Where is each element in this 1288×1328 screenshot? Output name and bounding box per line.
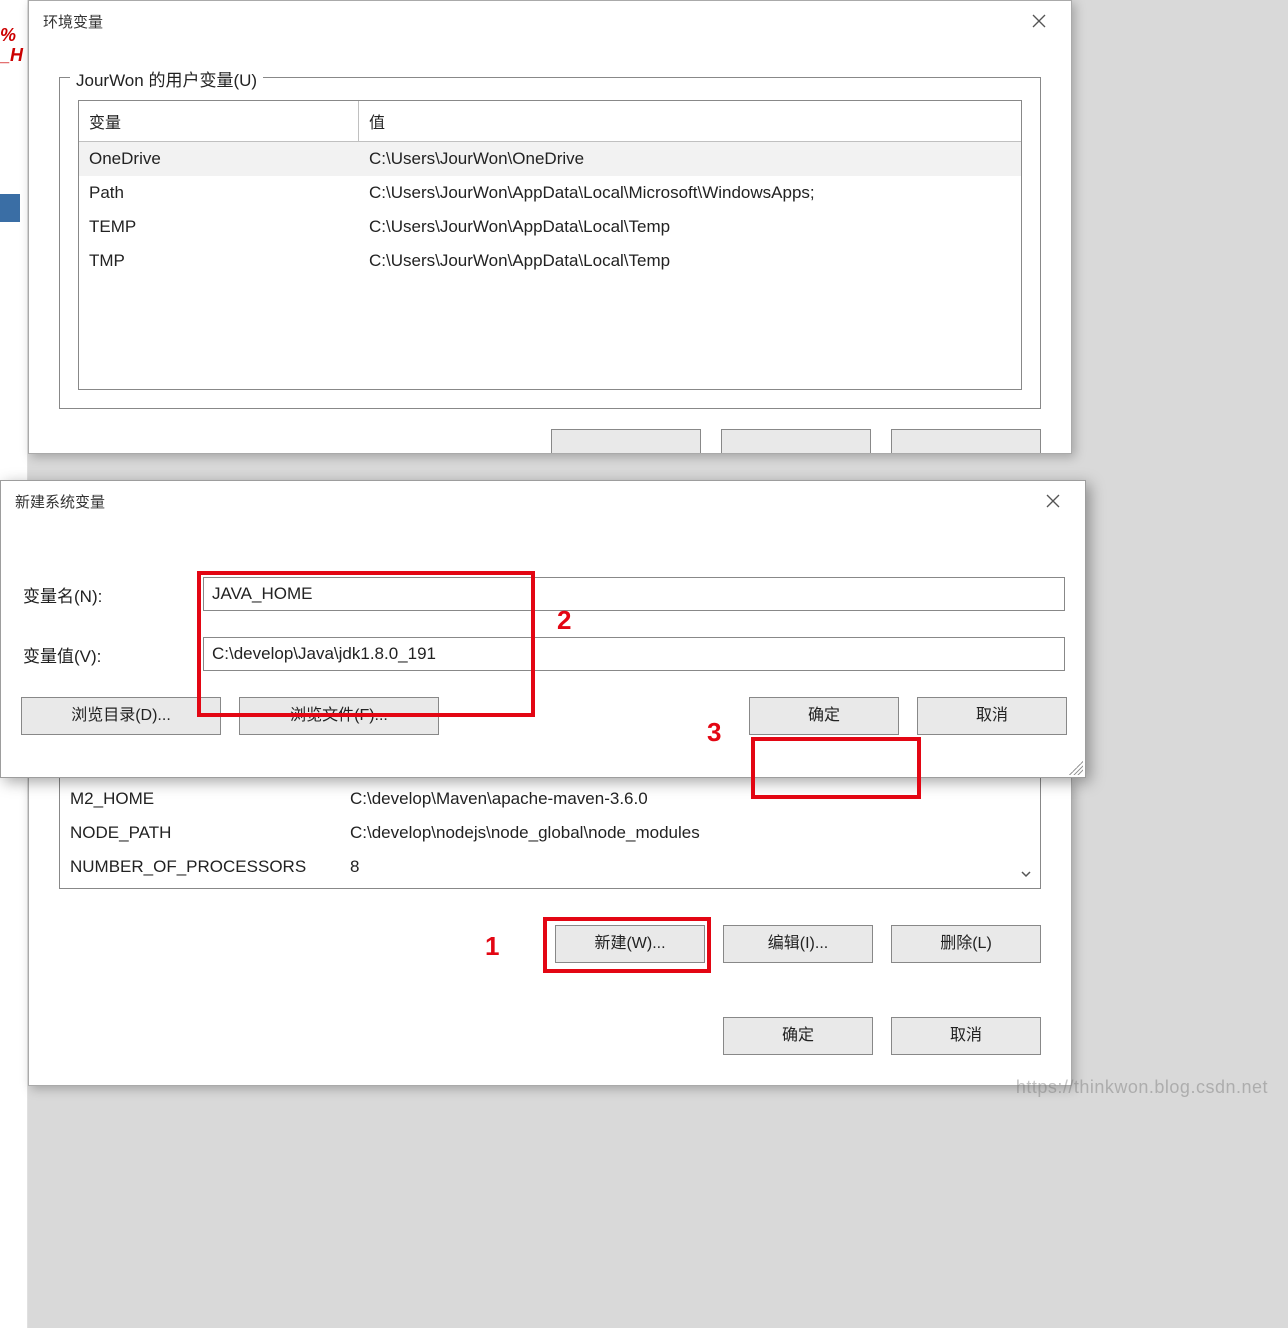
system-var-buttons: 1 新建(W)... 编辑(I)... 删除(L) <box>59 925 1041 963</box>
browse-directory-button[interactable]: 浏览目录(D)... <box>21 697 221 735</box>
cell-val: C:\Users\JourWon\AppData\Local\Temp <box>359 210 1021 244</box>
user-var-buttons-cutoff <box>59 429 1041 453</box>
resize-grip-icon[interactable] <box>1069 761 1083 775</box>
variable-name-input[interactable] <box>203 577 1065 611</box>
variable-value-row: 变量值(V): <box>21 637 1065 671</box>
env-dialog-titlebar[interactable]: 环境变量 <box>29 1 1071 41</box>
cell-val: C:\develop\Maven\apache-maven-3.6.0 <box>340 782 1040 816</box>
cell-var: NUMBER_OF_PROCESSORS <box>60 850 340 884</box>
table-row[interactable]: Path C:\Users\JourWon\AppData\Local\Micr… <box>79 176 1021 210</box>
new-var-button-row: 浏览目录(D)... 浏览文件(F)... 确定 取消 <box>1 697 1085 735</box>
new-button-cutoff[interactable] <box>551 429 701 453</box>
table-row[interactable]: OneDrive C:\Users\JourWon\OneDrive <box>79 142 1021 176</box>
env-dialog-title: 环境变量 <box>43 11 103 32</box>
env-ok-button[interactable]: 确定 <box>723 1017 873 1055</box>
new-system-variable-dialog: 新建系统变量 变量名(N): 变量值(V): 浏览目录(D)... 浏览文件(F… <box>0 480 1086 778</box>
cell-val: 8 <box>340 850 1040 884</box>
table-row[interactable]: M2_HOME C:\develop\Maven\apache-maven-3.… <box>60 782 1040 816</box>
variable-value-input[interactable] <box>203 637 1065 671</box>
system-variables-table[interactable]: M2_HOME C:\develop\Maven\apache-maven-3.… <box>59 778 1041 889</box>
delete-button-cutoff[interactable] <box>891 429 1041 453</box>
chevron-down-icon[interactable] <box>1016 864 1036 884</box>
cell-var: NODE_PATH <box>60 816 340 850</box>
env-variables-dialog: 环境变量 JourWon 的用户变量(U) 变量 值 OneDrive C:\U… <box>28 0 1072 454</box>
env-dialog-final-buttons: 确定 取消 <box>59 1017 1041 1055</box>
table-row[interactable]: TMP C:\Users\JourWon\AppData\Local\Temp <box>79 244 1021 278</box>
table-body: OneDrive C:\Users\JourWon\OneDrive Path … <box>79 142 1021 278</box>
cell-val: C:\Users\JourWon\OneDrive <box>359 142 1021 176</box>
user-variables-table[interactable]: 变量 值 OneDrive C:\Users\JourWon\OneDrive … <box>78 100 1022 390</box>
new-var-titlebar[interactable]: 新建系统变量 <box>1 481 1085 521</box>
browse-file-button[interactable]: 浏览文件(F)... <box>239 697 439 735</box>
cell-val: C:\develop\nodejs\node_global\node_modul… <box>340 816 1040 850</box>
new-var-title: 新建系统变量 <box>15 491 105 512</box>
cell-var: TMP <box>79 244 359 278</box>
cell-var: Path <box>79 176 359 210</box>
variable-value-label: 变量值(V): <box>21 642 203 667</box>
background-text: % _H <box>0 26 26 66</box>
cell-var: TEMP <box>79 210 359 244</box>
delete-system-var-button[interactable]: 删除(L) <box>891 925 1041 963</box>
new-var-form: 变量名(N): 变量值(V): <box>1 521 1085 671</box>
table-row[interactable]: TEMP C:\Users\JourWon\AppData\Local\Temp <box>79 210 1021 244</box>
edit-button-cutoff[interactable] <box>721 429 871 453</box>
new-system-var-button[interactable]: 新建(W)... <box>555 925 705 963</box>
ok-button[interactable]: 确定 <box>749 697 899 735</box>
system-variables-section: M2_HOME C:\develop\Maven\apache-maven-3.… <box>28 778 1072 1086</box>
table-row[interactable]: NUMBER_OF_PROCESSORS 8 <box>60 850 1040 884</box>
user-variables-group-label: JourWon 的用户变量(U) <box>70 66 263 91</box>
cell-var: M2_HOME <box>60 782 340 816</box>
column-header-value[interactable]: 值 <box>359 101 1021 141</box>
background-selection <box>0 194 20 222</box>
env-cancel-button[interactable]: 取消 <box>891 1017 1041 1055</box>
cell-val: C:\Users\JourWon\AppData\Local\Temp <box>359 244 1021 278</box>
cell-var: OneDrive <box>79 142 359 176</box>
table-header: 变量 值 <box>79 101 1021 142</box>
close-icon[interactable] <box>1031 486 1075 516</box>
variable-name-row: 变量名(N): <box>21 577 1065 611</box>
cancel-button[interactable]: 取消 <box>917 697 1067 735</box>
table-row[interactable]: NODE_PATH C:\develop\nodejs\node_global\… <box>60 816 1040 850</box>
edit-system-var-button[interactable]: 编辑(I)... <box>723 925 873 963</box>
cell-val: C:\Users\JourWon\AppData\Local\Microsoft… <box>359 176 1021 210</box>
column-header-variable[interactable]: 变量 <box>79 101 359 141</box>
variable-name-label: 变量名(N): <box>21 582 203 607</box>
user-variables-group: JourWon 的用户变量(U) 变量 值 OneDrive C:\Users\… <box>59 77 1041 409</box>
annotation-number-1: 1 <box>485 931 499 962</box>
close-icon[interactable] <box>1017 6 1061 36</box>
